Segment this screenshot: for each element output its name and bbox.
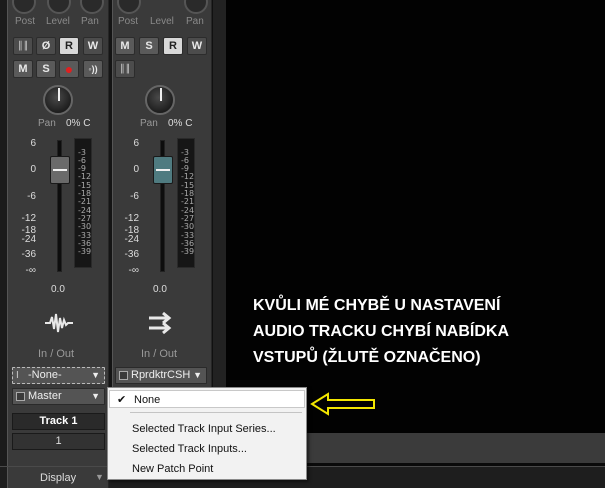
level-label: Level [46, 16, 70, 27]
input-dropdown-value: -None- [28, 369, 62, 381]
read-automation-button[interactable]: R [59, 37, 79, 55]
menu-separator [130, 412, 302, 413]
phase-invert-icon[interactable]: Ø [36, 37, 56, 55]
fader-cap-line [53, 169, 67, 171]
bus-output-port-icon [119, 371, 128, 380]
pan-value: 0% C [66, 118, 91, 129]
bus-output-dropdown[interactable]: RprdktrCSH ▼ [115, 367, 207, 384]
bus-midi-icon[interactable]: ║║ [115, 60, 135, 78]
fader-scale-label: -24 [21, 234, 36, 245]
record-arm-icon[interactable]: ● [59, 60, 79, 78]
annotation-line: VSTUPŮ (ŽLUTĚ OZNAČENO) [253, 349, 481, 366]
chevron-down-icon: ▼ [95, 472, 104, 482]
meter-scale-label: -21 [78, 197, 92, 206]
pan-knob[interactable] [43, 85, 73, 115]
bus-pan-knob-indicator [160, 88, 162, 101]
chevron-down-icon: ▼ [91, 391, 100, 401]
track-number: 1 [12, 433, 105, 450]
level-label-2: Level [150, 16, 174, 27]
menu-item-selected-track-inputs[interactable]: Selected Track Inputs... [108, 440, 306, 458]
bus-meter-scale-label: -12 [181, 172, 195, 181]
meter-scale-label: -30 [78, 222, 92, 231]
chevron-down-icon: ▼ [193, 370, 202, 380]
track-name[interactable]: Track 1 [12, 413, 105, 430]
bus-fader-value[interactable]: 0.0 [153, 284, 167, 295]
left-bezel [0, 0, 7, 466]
output-port-icon [16, 392, 25, 401]
menu-item-label: None [134, 394, 161, 406]
annotation-line: KVŮLI MÉ CHYBĚ U NASTAVENÍ [253, 297, 501, 314]
bus-pan-value: 0% C [168, 118, 193, 129]
volume-fader[interactable] [50, 156, 70, 184]
bus-pan-knob[interactable] [145, 85, 175, 115]
bus-fader-scale-label: -24 [124, 234, 139, 245]
menu-item-label: New Patch Point [132, 463, 214, 475]
display-label: Display [40, 472, 77, 484]
bus-fader-cap-line [156, 169, 170, 171]
pan-send-label-2: Pan [186, 16, 204, 27]
pan-send-label: Pan [81, 16, 99, 27]
bus-meter-scale-label: -30 [181, 222, 195, 231]
bus-io-label: In / Out [141, 348, 178, 360]
post-label-2: Post [118, 16, 139, 27]
fader-scale-label: 0 [30, 164, 36, 175]
input-port-icon: I [16, 370, 19, 381]
bus-solo-button[interactable]: S [139, 37, 159, 55]
bus-meter-scale-label: -21 [181, 197, 195, 206]
bus-meter-scale-label: -39 [181, 247, 195, 256]
bus-fader-scale-label: -12 [124, 213, 139, 224]
output-dropdown[interactable]: Master ▼ [12, 388, 105, 405]
input-dropdown[interactable]: I -None- ▼ [12, 367, 105, 384]
menu-item-new-patch-point[interactable]: New Patch Point [108, 460, 306, 478]
mute-button[interactable]: M [13, 60, 33, 78]
bus-volume-fader[interactable] [153, 156, 173, 184]
write-automation-button[interactable]: W [83, 37, 103, 55]
input-echo-icon[interactable]: ◦)) [83, 60, 103, 78]
fader-scale-label: -12 [21, 213, 36, 224]
bus-fader-scale-label: -∞ [128, 265, 139, 276]
menu-item-selected-track-input-series[interactable]: Selected Track Input Series... [108, 420, 306, 438]
meter-scale-label: -39 [78, 247, 92, 256]
bus-fader-scale-label: 6 [133, 138, 139, 149]
meter-scale-label: -12 [78, 172, 92, 181]
fader-scale-label: -36 [21, 249, 36, 260]
fader-scale-label: -∞ [25, 265, 36, 276]
solo-button[interactable]: S [36, 60, 56, 78]
menu-item-label: Selected Track Input Series... [132, 423, 276, 435]
bus-fader-scale-label: 0 [133, 164, 139, 175]
pan-knob-indicator [58, 88, 60, 101]
bus-fader-scale-label: -36 [124, 249, 139, 260]
midi-input-icon[interactable]: ║║ [13, 37, 33, 55]
menu-item-none[interactable]: ✔ None [109, 390, 305, 408]
bus-read-automation-button[interactable]: R [163, 37, 183, 55]
pan-label: Pan [38, 118, 56, 129]
menu-item-label: Selected Track Inputs... [132, 443, 247, 455]
annotation-arrow-icon [310, 392, 375, 416]
audio-waveform-icon [43, 309, 75, 337]
fader-scale-label: 6 [30, 138, 36, 149]
bus-pan-label: Pan [140, 118, 158, 129]
fader-scale-label: -6 [27, 191, 36, 202]
annotation-text: KVŮLI MÉ CHYBĚ U NASTAVENÍ AUDIO TRACKU … [253, 293, 573, 371]
io-label: In / Out [38, 348, 75, 360]
bus-mute-button[interactable]: M [115, 37, 135, 55]
input-dropdown-menu: ✔ None Selected Track Input Series... Se… [107, 387, 307, 480]
output-dropdown-value: Master [28, 390, 62, 402]
post-label: Post [15, 16, 36, 27]
bus-output-dropdown-value: RprdktrCSH [131, 369, 191, 381]
bus-arrows-icon [145, 309, 177, 337]
annotation-line: AUDIO TRACKU CHYBÍ NABÍDKA [253, 323, 509, 340]
chevron-down-icon: ▼ [91, 370, 100, 380]
fader-value[interactable]: 0.0 [51, 284, 65, 295]
bus-fader-scale-label: -6 [130, 191, 139, 202]
bus-write-automation-button[interactable]: W [187, 37, 207, 55]
checkmark-icon: ✔ [117, 394, 127, 406]
